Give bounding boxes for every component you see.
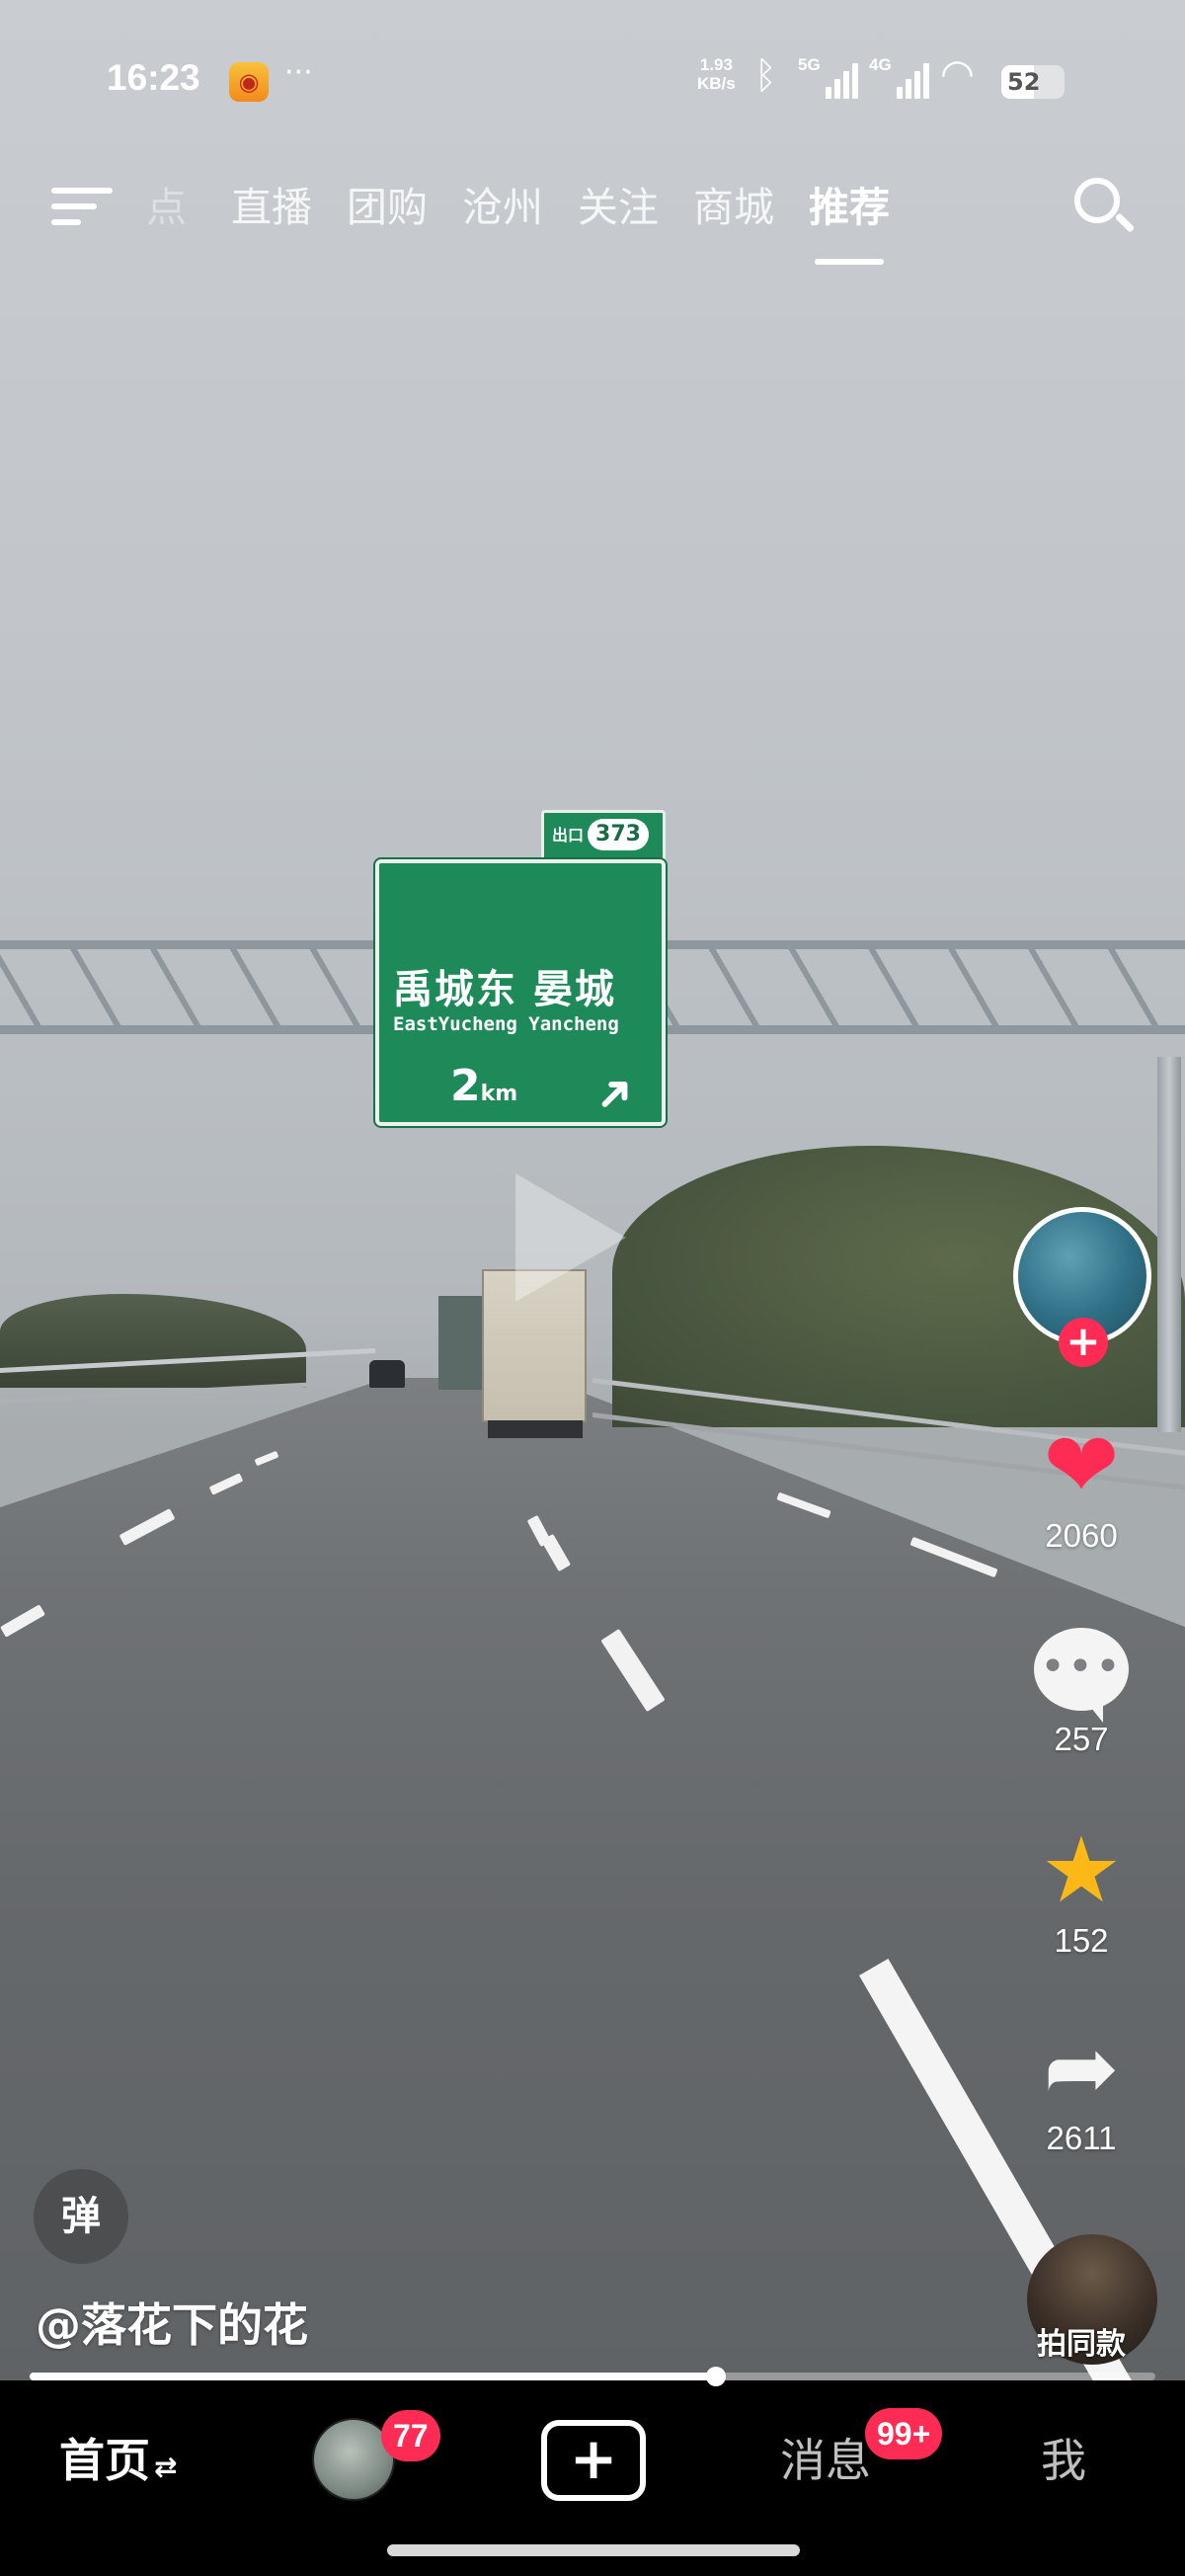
like-button[interactable]: ❤ 2060 <box>978 1416 1185 1555</box>
feed-tabs: 点 直播 团购 沧州 关注 商城 推荐 <box>146 174 924 265</box>
tab-group-buy[interactable]: 团购 <box>347 174 428 233</box>
tab-live[interactable]: 直播 <box>231 174 312 233</box>
star-icon: ★ <box>1040 1817 1123 1923</box>
search-icon[interactable] <box>1074 178 1136 239</box>
tab-home-label: 首页 <box>59 2434 150 2487</box>
comment-count: 257 <box>1054 1721 1109 1757</box>
friends-badge: 77 <box>381 2410 440 2461</box>
messages-badge: 99+ <box>865 2408 943 2459</box>
favorite-count: 152 <box>1054 1922 1109 1959</box>
tab-partial[interactable]: 点 <box>146 174 190 233</box>
distant-car <box>369 1360 405 1388</box>
exit-label: 出口 <box>552 826 585 845</box>
sign-destinations-cn: 禹城东 晏城 <box>393 967 616 1012</box>
danmu-toggle-button[interactable]: 弹 <box>34 2169 128 2264</box>
comment-button[interactable]: ••• 257 <box>978 1620 1185 1758</box>
heart-icon: ❤ <box>1043 1412 1120 1518</box>
author-handle[interactable]: @落花下的花 <box>36 2290 308 2355</box>
tab-recommended[interactable]: 推荐 <box>809 174 890 265</box>
signal-5g-icon: 5G <box>798 55 858 99</box>
create-button[interactable]: + <box>541 2420 646 2501</box>
network-speed-value: 1.93 <box>699 55 733 74</box>
clock: 16:23 <box>107 57 200 98</box>
sign-distance: 2km <box>450 1061 517 1111</box>
menu-icon[interactable] <box>51 182 113 233</box>
battery-level: 52 <box>1001 65 1040 99</box>
signal-4g-icon: 4G <box>869 55 929 99</box>
home-indicator[interactable] <box>387 2544 800 2556</box>
signal-4g-label: 4G <box>869 55 892 74</box>
progress-knob[interactable] <box>706 2367 727 2386</box>
sign-arrow-icon: ➜ <box>580 1059 648 1128</box>
tab-me[interactable]: 我 <box>1041 2386 1086 2535</box>
battery-icon: 52 <box>1001 65 1065 99</box>
exit-number: 373 <box>588 819 649 850</box>
wifi-icon: ◠ <box>940 51 975 97</box>
distant-truck <box>438 1296 482 1390</box>
tab-friends[interactable]: 77 <box>312 2386 440 2535</box>
creator-avatar-group: + <box>1013 1207 1151 1367</box>
share-button[interactable]: ➦ 2611 <box>978 2019 1185 2157</box>
network-speed-unit: KB/s <box>697 74 736 93</box>
tab-mall[interactable]: 商城 <box>693 174 774 233</box>
same-style-label[interactable]: 拍同款 <box>1037 2319 1126 2363</box>
exit-number-tab: 出口 373 <box>541 810 666 861</box>
more-notifications-icon: ··· <box>284 55 313 90</box>
top-navigation: 点 直播 团购 沧州 关注 商城 推荐 <box>0 170 1185 269</box>
favorite-button[interactable]: ★ 152 <box>978 1821 1185 1960</box>
signal-5g-label: 5G <box>798 55 821 74</box>
video-progress-bar[interactable] <box>30 2367 1155 2386</box>
sign-distance-value: 2 <box>450 1061 481 1111</box>
network-speed: 1.93 KB/s <box>697 55 736 93</box>
weibo-icon: ◉ <box>229 62 269 102</box>
sign-destinations-en: EastYucheng Yancheng <box>393 1013 619 1035</box>
comment-icon: ••• <box>978 1620 1185 1723</box>
progress-fill <box>30 2373 717 2380</box>
tab-local-city[interactable]: 沧州 <box>462 174 543 233</box>
share-arrow-icon: ➦ <box>1043 2015 1120 2121</box>
tab-following[interactable]: 关注 <box>578 174 659 233</box>
play-icon[interactable] <box>515 1173 626 1302</box>
follow-plus-icon[interactable]: + <box>1059 1318 1108 1367</box>
tab-home[interactable]: 首页 ⇄ <box>59 2386 177 2535</box>
bluetooth-icon: ᛒ <box>754 53 777 97</box>
gantry-pole <box>1157 1057 1181 1432</box>
swap-arrows-icon: ⇄ <box>154 2451 178 2483</box>
share-count: 2611 <box>1046 2120 1117 2156</box>
status-bar: 16:23 ◉ ··· 1.93 KB/s ᛒ 5G 4G ◠ 52 <box>0 51 1185 111</box>
sign-distance-unit: km <box>480 1082 518 1106</box>
like-count: 2060 <box>1045 1517 1118 1554</box>
highway-sign: 禹城东 晏城 EastYucheng Yancheng 2km ➜ <box>375 859 666 1128</box>
tab-messages[interactable]: 消息 <box>780 2386 871 2535</box>
